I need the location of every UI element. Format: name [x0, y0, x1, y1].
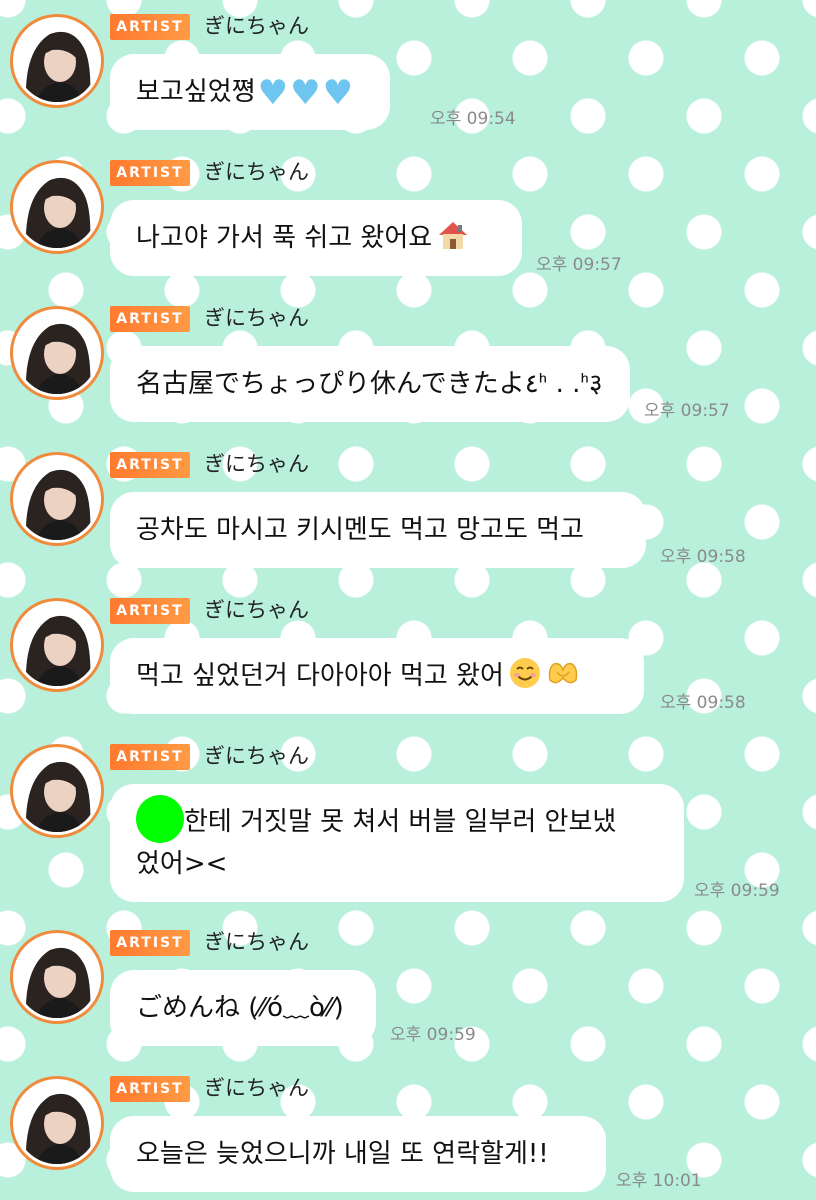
avatar-photo [16, 604, 98, 686]
artist-badge: ARTIST [110, 1076, 190, 1102]
message-bubble[interactable]: 보고싶었쪙♥♥♥ [110, 54, 390, 130]
message-time: 오후 09:54 [430, 109, 516, 129]
blue-heart-icon: ♥ [257, 73, 289, 113]
redaction-mark [136, 794, 184, 843]
message-bubble[interactable]: 오늘은 늦었으니까 내일 또 연락할게!! [110, 1116, 606, 1192]
sender-name: ぎにちゃん [204, 14, 309, 38]
message-text: 名古屋でちょっぴり休んできたよ٤ᑋ . .ᑋ३ [136, 369, 603, 399]
heart-hands-icon [548, 662, 578, 684]
avatar[interactable] [10, 306, 104, 400]
artist-badge: ARTIST [110, 306, 190, 332]
message-text: 오늘은 늦었으니까 내일 또 연락할게!! [136, 1139, 549, 1169]
chat-thread[interactable]: ARTIST ぎにちゃん 보고싶었쪙♥♥♥ 오후 09:54 ARTIST ぎに… [0, 0, 816, 1200]
message-text: 한테 거짓말 못 쳐서 버블 일부러 안보냈 [184, 807, 617, 837]
avatar-photo [16, 1082, 98, 1164]
message-text: 보고싶었쪙 [136, 77, 256, 107]
message-text: 공차도 마시고 키시멘도 먹고 망고도 먹고 [136, 515, 584, 545]
avatar-photo [16, 20, 98, 102]
artist-badge: ARTIST [110, 744, 190, 770]
avatar[interactable] [10, 744, 104, 838]
house-icon [439, 222, 468, 249]
avatar[interactable] [10, 160, 104, 254]
message-text: 나고야 가서 푹 쉬고 왔어요 [136, 223, 433, 253]
message-time: 오후 09:59 [390, 1025, 476, 1045]
artist-badge: ARTIST [110, 14, 190, 40]
avatar-photo [16, 936, 98, 1018]
smiling-face-icon [509, 658, 540, 688]
message-bubble[interactable]: 名古屋でちょっぴり休んできたよ٤ᑋ . .ᑋ३ [110, 346, 630, 422]
sender-name: ぎにちゃん [204, 1076, 309, 1100]
avatar[interactable] [10, 1076, 104, 1170]
message-bubble[interactable]: 나고야 가서 푹 쉬고 왔어요 [110, 200, 522, 276]
message-line-2: 었어>< [136, 849, 228, 879]
message-time: 오후 09:57 [536, 255, 622, 275]
artist-badge: ARTIST [110, 452, 190, 478]
message-line-1: 한테 거짓말 못 쳐서 버블 일부러 안보냈 [136, 794, 658, 843]
blue-heart-icon: ♥ [322, 73, 354, 113]
avatar[interactable] [10, 598, 104, 692]
message-bubble[interactable]: ごめんね (⁄⁄ó﹏ò⁄⁄) [110, 970, 376, 1046]
message-text: 먹고 싶었던거 다아아아 먹고 왔어 [136, 661, 504, 691]
sender-name: ぎにちゃん [204, 160, 309, 184]
avatar-photo [16, 166, 98, 248]
sender-name: ぎにちゃん [204, 930, 309, 954]
avatar[interactable] [10, 452, 104, 546]
sender-name: ぎにちゃん [204, 744, 309, 768]
avatar[interactable] [10, 930, 104, 1024]
message-time: 오후 09:59 [694, 881, 780, 901]
avatar-photo [16, 312, 98, 394]
avatar-photo [16, 750, 98, 832]
message-time: 오후 09:58 [660, 693, 746, 713]
sender-name: ぎにちゃん [204, 598, 309, 622]
message-bubble[interactable]: 공차도 마시고 키시멘도 먹고 망고도 먹고 [110, 492, 646, 568]
sender-name: ぎにちゃん [204, 452, 309, 476]
message-bubble[interactable]: 한테 거짓말 못 쳐서 버블 일부러 안보냈 었어>< [110, 784, 684, 902]
avatar[interactable] [10, 14, 104, 108]
message-text: ごめんね (⁄⁄ó﹏ò⁄⁄) [136, 993, 344, 1023]
message-time: 오후 09:57 [644, 401, 730, 421]
message-time: 오후 09:58 [660, 547, 746, 567]
message-bubble[interactable]: 먹고 싶었던거 다아아아 먹고 왔어 [110, 638, 644, 714]
artist-badge: ARTIST [110, 598, 190, 624]
blue-heart-icon: ♥ [290, 73, 321, 113]
artist-badge: ARTIST [110, 930, 190, 956]
artist-badge: ARTIST [110, 160, 190, 186]
sender-name: ぎにちゃん [204, 306, 309, 330]
avatar-photo [16, 458, 98, 540]
message-time: 오후 10:01 [616, 1171, 702, 1191]
